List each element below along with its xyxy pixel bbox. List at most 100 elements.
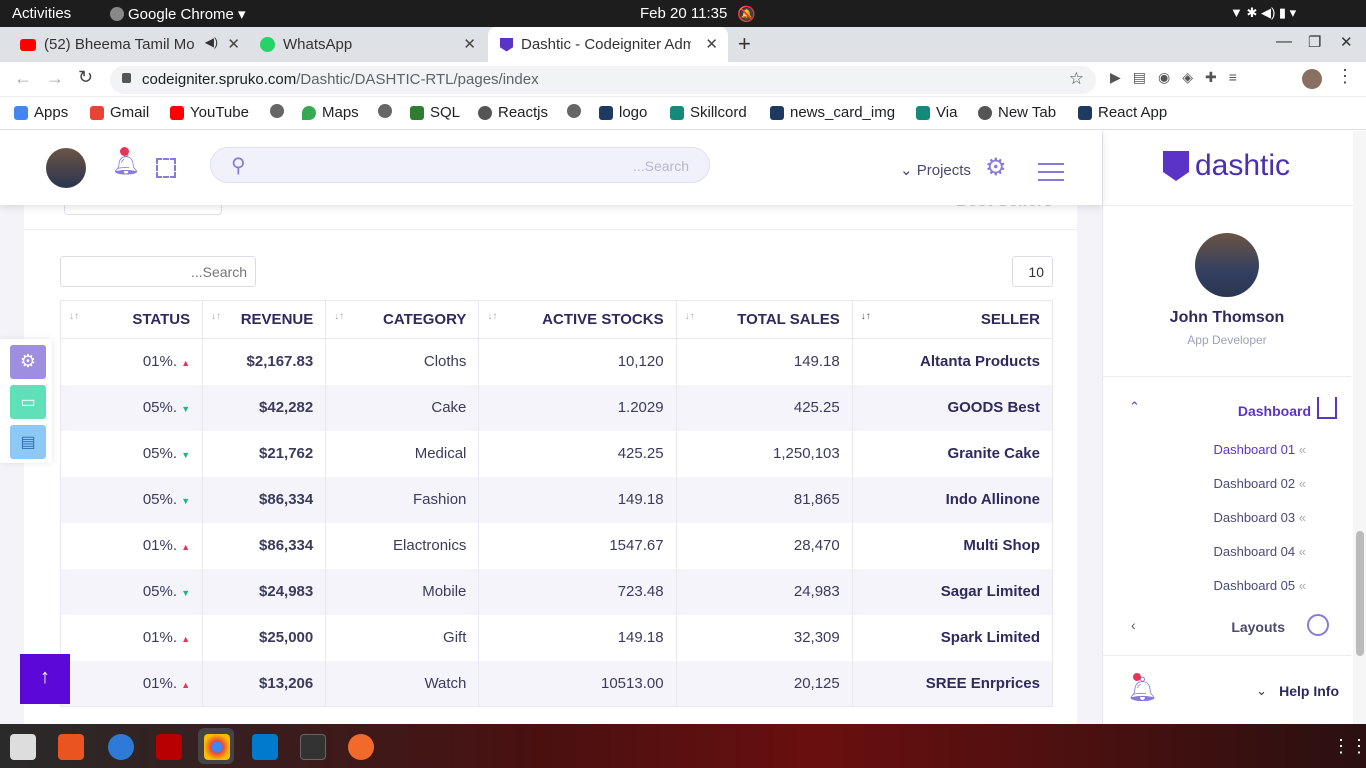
- avatar-small[interactable]: [1302, 69, 1322, 89]
- scrollbar[interactable]: [1353, 131, 1366, 724]
- bookmark-react-app[interactable]: React App: [1078, 104, 1167, 121]
- col-status[interactable]: ↓↑ STATUS: [60, 300, 204, 339]
- files-icon[interactable]: [10, 734, 36, 760]
- sort-icon: ↓↑: [334, 311, 345, 322]
- bookmark-via[interactable]: Via: [916, 104, 957, 121]
- projects-label: Projects: [916, 162, 971, 179]
- postman-icon[interactable]: [348, 734, 374, 760]
- seller-cell: GOODS Best: [852, 384, 1053, 431]
- forward-icon[interactable]: →: [46, 68, 64, 89]
- show-apps-icon[interactable]: ⋮⋮⋮: [1332, 736, 1366, 757]
- nav-layouts[interactable]: ‹ Layouts: [1103, 613, 1351, 637]
- stocks-cell: 149.18: [478, 476, 677, 523]
- right-sidebar: dashtic John Thomson App Developer ⌃ Das…: [1102, 131, 1366, 724]
- chevron-left-icon: «: [1298, 544, 1306, 559]
- new-tab-button[interactable]: +: [738, 31, 751, 57]
- audio-icon[interactable]: ◀): [205, 35, 218, 49]
- terminal-icon[interactable]: [300, 734, 326, 760]
- bookmark-reactjs[interactable]: Reactjs: [478, 104, 548, 121]
- trend-down-icon: ▼: [181, 404, 191, 414]
- sidebar-item-dashboard-04[interactable]: Dashboard 04 «: [1213, 544, 1306, 559]
- bookmark-star-icon[interactable]: ☆: [1069, 69, 1084, 89]
- bookmark-youtube[interactable]: YouTube: [170, 104, 249, 121]
- back-to-top-button[interactable]: ↑: [20, 654, 70, 704]
- url-domain: codeigniter.spruko.com: [142, 71, 297, 88]
- close-tab-icon[interactable]: ✕: [705, 35, 718, 53]
- bookmark-news-card[interactable]: news_card_img: [770, 104, 895, 121]
- sales-cell: 32,309: [676, 614, 853, 661]
- bookmark-logo[interactable]: logo: [599, 104, 647, 121]
- minimize-button[interactable]: —: [1276, 33, 1292, 51]
- category-cell: Medical: [325, 430, 480, 477]
- category-cell: Mobile: [325, 568, 480, 615]
- sidebar-item-dashboard-03[interactable]: Dashboard 03 «: [1213, 510, 1306, 525]
- page-size-select[interactable]: 10: [1012, 256, 1053, 287]
- clock[interactable]: Feb 20 11:35: [640, 5, 727, 22]
- chrome-menu-icon[interactable]: ⋮: [1336, 66, 1354, 87]
- tab-youtube[interactable]: (52) Bheema Tamil Mo ◀) ✕: [10, 27, 250, 62]
- table-search-input[interactable]: [60, 256, 256, 287]
- col-total-sales[interactable]: ↓↑ TOTAL SALES: [676, 300, 853, 339]
- col-seller[interactable]: ↓↑ SELLER: [852, 301, 1052, 339]
- activities-button[interactable]: Activities: [12, 5, 71, 22]
- bookmark-skillcord[interactable]: Skillcord: [670, 104, 747, 121]
- close-tab-icon[interactable]: ✕: [463, 35, 476, 53]
- bookmark-new-tab[interactable]: New Tab: [978, 104, 1056, 121]
- back-icon[interactable]: ←: [14, 68, 32, 89]
- fullscreen-icon[interactable]: [156, 158, 176, 178]
- notification-bell-icon[interactable]: 🔔︎: [112, 147, 140, 176]
- user-role: App Developer: [1187, 333, 1267, 347]
- bookmark-label: logo: [619, 104, 648, 121]
- col-revenue[interactable]: ↓↑ REVENUE: [202, 300, 327, 339]
- close-window-button[interactable]: ✕: [1340, 33, 1353, 51]
- globe-icon: [478, 105, 492, 120]
- col-category[interactable]: ↓↑ CATEGORY: [325, 300, 480, 339]
- gear-icon[interactable]: ⚙: [10, 345, 46, 379]
- tab-title: Dashtic - Codeigniter Adm: [521, 36, 691, 53]
- filezilla-icon[interactable]: [156, 734, 182, 760]
- system-tray-icons[interactable]: ▼ ✱ ◀) ▮ ▾: [1230, 5, 1296, 21]
- sidebar-item-dashboard-05[interactable]: Dashboard 05 «: [1213, 578, 1306, 593]
- url-path: /Dashtic/DASHTIC-RTL/pages/index: [296, 71, 539, 88]
- bookmark-globe-1[interactable]: [270, 104, 290, 118]
- bookmark-maps[interactable]: Maps: [302, 104, 359, 121]
- tab-dashtic[interactable]: Dashtic - Codeigniter Adm ✕: [488, 27, 728, 62]
- chrome-icon[interactable]: [204, 734, 230, 760]
- bookmark-gmail[interactable]: Gmail: [90, 104, 149, 121]
- browser-toolbar: ← → ↻ codeigniter.spruko.com/Dashtic/DAS…: [0, 62, 1366, 97]
- app-menu[interactable]: Google Chrome ▾: [110, 5, 246, 23]
- close-tab-icon[interactable]: ✕: [227, 35, 240, 53]
- url-bar[interactable]: codeigniter.spruko.com/Dashtic/DASHTIC-R…: [110, 66, 1096, 94]
- help-icon[interactable]: [108, 734, 134, 760]
- bookmark-apps[interactable]: Apps: [14, 104, 68, 121]
- tab-whatsapp[interactable]: WhatsApp ✕: [250, 27, 486, 62]
- column-label: SELLER: [980, 311, 1040, 328]
- status-value: 05%.: [142, 583, 178, 600]
- vscode-icon[interactable]: [252, 734, 278, 760]
- bookmark-sql[interactable]: SQL: [410, 104, 460, 121]
- help-section[interactable]: 🔔︎ ⌄ Help Info: [1103, 671, 1351, 711]
- hamburger-menu-icon[interactable]: [1038, 163, 1064, 181]
- gear-icon[interactable]: ⚙: [985, 153, 1007, 182]
- nav-dashboard[interactable]: ⌃ Dashboard: [1103, 397, 1351, 421]
- projects-dropdown[interactable]: ⌄ Projects: [900, 161, 971, 179]
- document-icon[interactable]: ▤: [10, 425, 46, 459]
- table-row: 01%. ▲ $2,167.83 Cloths 10,120 149.18 Al…: [60, 338, 1053, 385]
- extensions-icons[interactable]: ▶▤◉◈✚≡: [1110, 69, 1249, 86]
- scrollbar-thumb[interactable]: [1356, 531, 1364, 656]
- bookmark-globe-2[interactable]: [378, 104, 398, 118]
- sales-cell: 425.25: [676, 384, 853, 431]
- avatar[interactable]: [46, 148, 86, 188]
- chat-icon[interactable]: ▭: [10, 385, 46, 419]
- reload-icon[interactable]: ↻: [78, 67, 93, 88]
- col-active-stocks[interactable]: ↓↑ ACTIVE STOCKS: [478, 300, 677, 339]
- brand-logo[interactable]: dashtic: [1163, 149, 1290, 183]
- youtube-icon: [20, 38, 36, 51]
- software-center-icon[interactable]: [58, 734, 84, 760]
- header-search[interactable]: ⚲ ...Search: [210, 147, 710, 183]
- maximize-button[interactable]: ❐: [1308, 33, 1321, 51]
- bookmark-globe-3[interactable]: [567, 104, 587, 118]
- sidebar-item-dashboard-02[interactable]: Dashboard 02 «: [1213, 476, 1306, 491]
- sidebar-item-dashboard-01[interactable]: Dashboard 01 «: [1213, 442, 1306, 457]
- user-avatar[interactable]: [1195, 233, 1259, 297]
